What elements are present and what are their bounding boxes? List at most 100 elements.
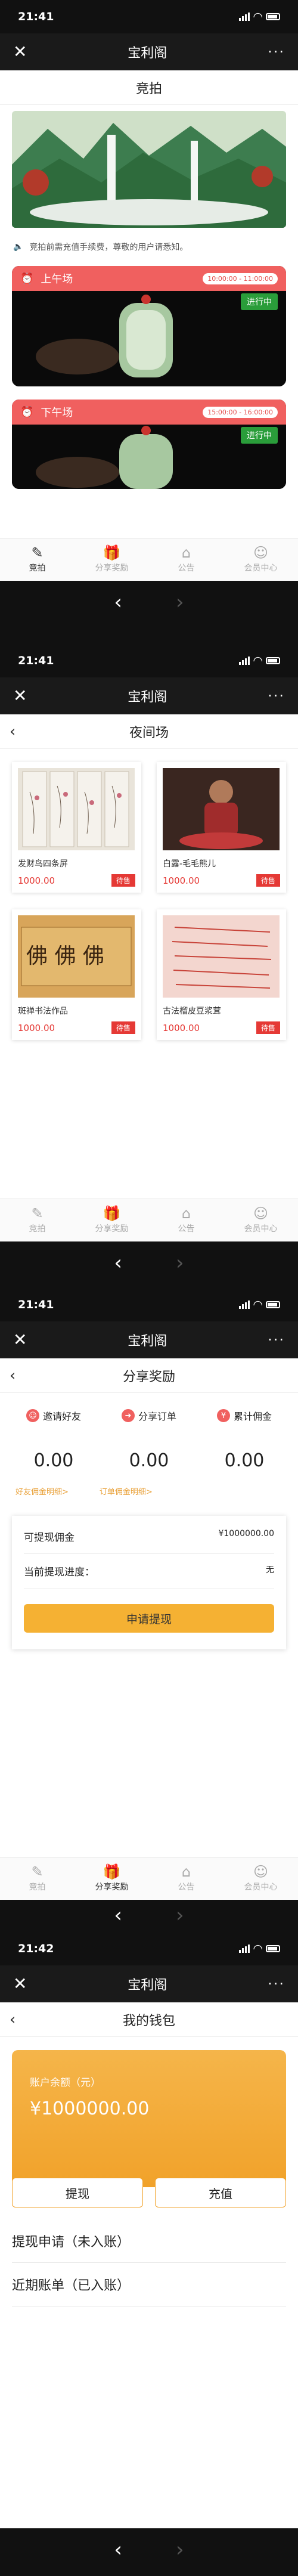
page-title: 夜间场 — [129, 725, 169, 741]
tab-member[interactable]: ☺ 会员中心 — [224, 1199, 298, 1241]
more-icon[interactable]: ··· — [268, 1332, 285, 1348]
friend-commission-link[interactable]: 好友佣金明细> — [15, 1485, 69, 1497]
coin-icon: ¥ — [216, 1409, 230, 1422]
landscape-painting — [12, 111, 286, 228]
session-head: ⏰ 上午场 10:00:00 - 11:00:00 — [12, 266, 286, 291]
user-icon: ☺ — [253, 544, 269, 561]
back-icon[interactable]: ‹ — [10, 2011, 15, 2029]
battery-icon — [266, 1301, 280, 1308]
status-time: 21:41 — [18, 1298, 54, 1311]
close-icon[interactable]: ✕ — [13, 1976, 27, 1992]
product-card[interactable]: 佛 佛 佛 斑禅书法作品 1000.00 待售 — [12, 909, 141, 1040]
bank-icon: ⌂ — [181, 1863, 191, 1880]
forward-icon[interactable]: › — [176, 590, 184, 644]
user-icon: ☺ — [253, 1863, 269, 1880]
tab-auction[interactable]: ✎ 竞拍 — [0, 1857, 74, 1900]
forward-icon[interactable]: › — [176, 2538, 184, 2576]
tab-bar: ✎ 竞拍 🎁 分享奖励 ⌂ 公告 ☺ 会员中心 — [0, 1857, 298, 1900]
tab-notice[interactable]: ⌂ 公告 — [149, 1857, 224, 1900]
status-badge: 待售 — [111, 1021, 135, 1034]
tab-share[interactable]: 🎁 分享奖励 — [74, 1857, 149, 1900]
more-icon[interactable]: ··· — [268, 1976, 285, 1992]
status-badge: 待售 — [256, 874, 280, 887]
tab-member[interactable]: ☺ 会员中心 — [224, 1857, 298, 1900]
tab-member[interactable]: ☺ 会员中心 — [224, 538, 298, 581]
more-icon[interactable]: ··· — [268, 44, 285, 60]
close-icon[interactable]: ✕ — [13, 688, 27, 704]
tab-label: 分享奖励 — [95, 1224, 129, 1234]
total-commission-option[interactable]: ¥ 累计佣金 — [216, 1408, 272, 1423]
banner-image[interactable] — [12, 111, 286, 228]
forward-icon[interactable]: › — [176, 1903, 184, 1932]
tab-share[interactable]: 🎁 分享奖励 — [74, 1199, 149, 1241]
product-card[interactable]: 古法榴皮豆浆茸 1000.00 待售 — [157, 909, 286, 1040]
tab-notice[interactable]: ⌂ 公告 — [149, 538, 224, 581]
tab-label: 会员中心 — [244, 564, 278, 573]
recharge-button[interactable]: 充值 — [155, 2178, 286, 2207]
session-name: 上午场 — [41, 273, 73, 286]
list-item[interactable]: 提现申请（未入账） — [12, 2219, 286, 2263]
close-icon[interactable]: ✕ — [13, 1332, 27, 1348]
share-values: 0.00 0.00 0.00 — [0, 1423, 298, 1471]
product-image: 佛 佛 佛 — [18, 915, 135, 998]
page-title-bar: ‹ 夜间场 — [0, 714, 298, 749]
battery-icon — [266, 1945, 280, 1952]
status-time: 21:41 — [18, 654, 54, 667]
session-card-afternoon[interactable]: ⏰ 下午场 15:00:00 - 16:00:00 进行中 — [12, 400, 286, 489]
battery-icon — [266, 657, 280, 664]
status-badge: 待售 — [256, 1021, 280, 1034]
status-icons: ◠ — [239, 10, 280, 23]
withdraw-button[interactable]: 提现 — [12, 2178, 143, 2207]
alarm-icon: ⏰ — [20, 272, 34, 285]
list-item[interactable]: 近期账单（已入账） — [12, 2263, 286, 2306]
invite-value: 0.00 — [33, 1450, 74, 1471]
signal-icon — [239, 1301, 250, 1309]
browser-nav: ‹ › — [0, 1241, 298, 1288]
browser-nav: ‹ › — [0, 1900, 298, 1932]
session-card-morning[interactable]: ⏰ 上午场 10:00:00 - 11:00:00 进行中 — [12, 266, 286, 386]
status-icons: ◠ — [239, 654, 280, 667]
tab-label: 公告 — [178, 1224, 195, 1234]
back-icon[interactable]: ‹ — [114, 1903, 122, 1932]
product-price: 1000.00 — [163, 1022, 200, 1033]
alarm-icon: ⏰ — [20, 405, 34, 419]
auction-icon: ✎ — [31, 1863, 44, 1880]
product-card[interactable]: 发财鸟四条屏 1000.00 待售 — [12, 762, 141, 893]
page-title-bar: ‹ 我的钱包 — [0, 2002, 298, 2037]
product-name: 斑禅书法作品 — [18, 1007, 68, 1016]
product-card[interactable]: 白露-毛毛熊儿 1000.00 待售 — [157, 762, 286, 893]
total-value: 0.00 — [224, 1450, 265, 1471]
tab-label: 分享奖励 — [95, 564, 129, 573]
tab-auction[interactable]: ✎ 竞拍 — [0, 1199, 74, 1241]
bank-icon: ⌂ — [181, 544, 191, 561]
session-status: 进行中 — [241, 427, 278, 444]
page-title: 分享奖励 — [122, 1369, 175, 1385]
back-icon[interactable]: ‹ — [114, 1251, 122, 1288]
notice-text: 竞拍前需充值手续费，尊敬的用户请悉知。 — [29, 243, 188, 252]
back-icon[interactable]: ‹ — [10, 723, 15, 741]
balance-label: 账户余额（元） — [30, 2077, 101, 2089]
share-order-option[interactable]: ➜ 分享订单 — [121, 1408, 176, 1423]
tab-label: 分享奖励 — [95, 1883, 129, 1892]
status-icons: ◠ — [239, 1298, 280, 1311]
product-name: 白露-毛毛熊儿 — [163, 859, 216, 869]
tab-share[interactable]: 🎁 分享奖励 — [74, 538, 149, 581]
product-name: 古法榴皮豆浆茸 — [163, 1007, 221, 1016]
back-icon[interactable]: ‹ — [114, 2538, 122, 2576]
back-icon[interactable]: ‹ — [114, 590, 122, 644]
status-bar: 21:42 ◠ — [0, 1932, 298, 1965]
auction-icon: ✎ — [31, 544, 44, 561]
tab-auction[interactable]: ✎ 竞拍 — [0, 538, 74, 581]
option-label: 邀请好友 — [42, 1411, 81, 1422]
session-name: 下午场 — [41, 407, 73, 419]
gift-icon: 🎁 — [103, 1205, 121, 1222]
back-icon[interactable]: ‹ — [10, 1367, 15, 1385]
invite-friends-option[interactable]: ☺ 邀请好友 — [26, 1408, 81, 1423]
order-commission-link[interactable]: 订单佣金明细> — [100, 1485, 153, 1497]
forward-icon[interactable]: › — [176, 1251, 184, 1288]
browser-nav: ‹ › — [0, 2528, 298, 2576]
tab-notice[interactable]: ⌂ 公告 — [149, 1199, 224, 1241]
apply-withdraw-button[interactable]: 申请提现 — [24, 1604, 274, 1633]
more-icon[interactable]: ··· — [268, 688, 285, 704]
close-icon[interactable]: ✕ — [13, 44, 27, 60]
